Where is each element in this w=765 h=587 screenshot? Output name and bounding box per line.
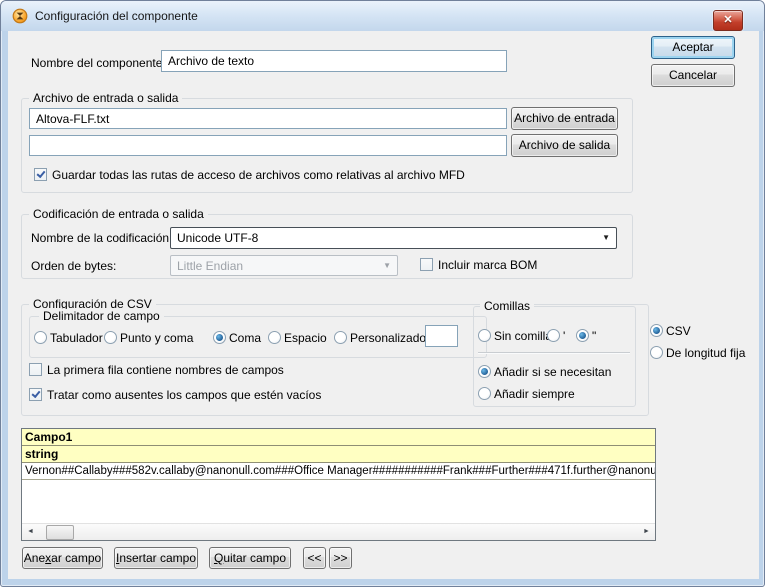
relative-paths-checkbox[interactable] [34, 168, 47, 181]
remove-field-label-rest: uitar campo [223, 551, 286, 565]
file-group-title: Archivo de entrada o salida [29, 91, 182, 105]
radio-coma[interactable] [213, 331, 226, 344]
quotes-divider [478, 352, 630, 353]
encoding-selected-value: Unicode UTF-8 [177, 231, 258, 245]
radio-tabulador[interactable] [34, 331, 47, 344]
radio-sin-comillas[interactable] [478, 329, 491, 342]
radio-single-quote-label[interactable]: ' [563, 329, 565, 343]
radio-add-always-label[interactable]: Añadir siempre [494, 387, 575, 401]
input-file-field[interactable] [29, 108, 507, 129]
component-icon [12, 8, 28, 24]
dialog-title: Configuración del componente [35, 9, 198, 23]
radio-add-if-needed-label[interactable]: Añadir si se necesitan [494, 365, 611, 379]
input-file-button[interactable]: Archivo de entrada [511, 107, 618, 130]
preview-table: Campo1 string Vernon##Callaby###582v.cal… [21, 428, 656, 541]
append-field-button[interactable]: Anexar campo [22, 547, 103, 569]
first-row-names-checkbox[interactable] [29, 363, 42, 376]
byte-order-select: Little Endian ▼ [170, 255, 398, 276]
close-icon: ✕ [723, 14, 732, 26]
remove-field-mnemonic: Q [214, 551, 223, 565]
byte-order-selected-value: Little Endian [177, 259, 243, 273]
treat-empty-missing-checkbox[interactable] [29, 388, 42, 401]
treat-empty-missing-label[interactable]: Tratar como ausentes los campos que esté… [47, 388, 321, 402]
close-button[interactable]: ✕ [713, 10, 743, 31]
chevron-down-icon: ▼ [602, 234, 610, 242]
radio-espacio[interactable] [268, 331, 281, 344]
radio-personalizado-label[interactable]: Personalizado: [350, 331, 429, 345]
title-bar[interactable]: Configuración del componente ✕ [1, 1, 764, 31]
radio-espacio-label[interactable]: Espacio [284, 331, 327, 345]
output-file-button[interactable]: Archivo de salida [511, 134, 618, 157]
radio-punto-y-coma-label[interactable]: Punto y coma [120, 331, 193, 345]
bom-checkbox-label[interactable]: Incluir marca BOM [438, 258, 537, 272]
encoding-select[interactable]: Unicode UTF-8 ▼ [170, 227, 617, 249]
chevron-down-icon: ▼ [383, 262, 391, 270]
radio-double-quote[interactable] [576, 329, 589, 342]
encoding-name-label: Nombre de la codificación: [31, 231, 172, 245]
radio-add-if-needed[interactable] [478, 365, 491, 378]
move-right-button[interactable]: >> [329, 547, 352, 569]
radio-single-quote[interactable] [547, 329, 560, 342]
byte-order-label: Orden de bytes: [31, 259, 116, 273]
custom-delimiter-input[interactable] [425, 325, 458, 347]
radio-fixed-length-format-label[interactable]: De longitud fija [666, 346, 745, 360]
component-name-input[interactable] [161, 50, 507, 72]
scroll-left-icon[interactable]: ◄ [22, 524, 39, 540]
bom-checkbox[interactable] [420, 258, 433, 271]
output-file-field[interactable] [29, 135, 507, 156]
radio-personalizado[interactable] [334, 331, 347, 344]
radio-csv-format[interactable] [650, 324, 663, 337]
radio-double-quote-label[interactable]: " [592, 329, 596, 343]
radio-coma-label[interactable]: Coma [229, 331, 261, 345]
radio-fixed-length-format[interactable] [650, 346, 663, 359]
insert-field-label-rest: nsertar campo [119, 551, 196, 565]
field-name-row[interactable]: Campo1 [22, 429, 655, 446]
delimiter-group-title: Delimitador de campo [39, 309, 164, 323]
component-settings-dialog: Configuración del componente ✕ Nombre de… [0, 0, 765, 587]
scroll-right-icon[interactable]: ► [638, 524, 655, 540]
quotes-group-title: Comillas [480, 299, 534, 313]
component-name-label: Nombre del componente: [31, 56, 166, 70]
preview-data-row: Vernon##Callaby###582v.callaby@nanonull.… [22, 463, 655, 480]
remove-field-button[interactable]: Quitar campo [209, 547, 291, 569]
insert-field-button[interactable]: Insertar campo [114, 547, 198, 569]
cancel-button[interactable]: Cancelar [651, 64, 735, 87]
field-type-row[interactable]: string [22, 446, 655, 463]
horizontal-scrollbar[interactable]: ◄ ► [22, 523, 655, 540]
radio-punto-y-coma[interactable] [104, 331, 117, 344]
relative-paths-label[interactable]: Guardar todas las rutas de acceso de arc… [52, 168, 465, 182]
scrollbar-thumb[interactable] [46, 525, 74, 540]
accept-button[interactable]: Aceptar [651, 36, 735, 59]
first-row-names-label[interactable]: La primera fila contiene nombres de camp… [47, 363, 284, 377]
radio-tabulador-label[interactable]: Tabulador [50, 331, 103, 345]
append-field-label: Ane [24, 551, 45, 565]
radio-add-always[interactable] [478, 387, 491, 400]
encoding-group-title: Codificación de entrada o salida [29, 207, 208, 221]
append-field-label-rest: ar campo [51, 551, 101, 565]
move-left-button[interactable]: << [303, 547, 326, 569]
radio-csv-format-label[interactable]: CSV [666, 324, 691, 338]
